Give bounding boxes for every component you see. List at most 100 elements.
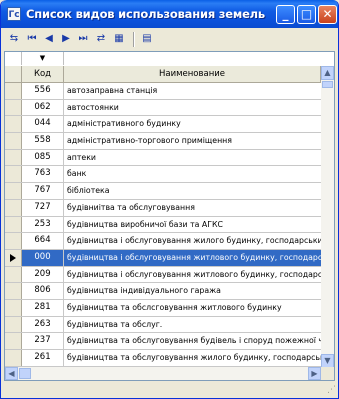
table-row[interactable]: 727 будівниітва та обслуговування <box>5 199 321 217</box>
cell-code[interactable]: 664 <box>22 233 64 249</box>
row-indicator[interactable] <box>5 183 22 199</box>
row-indicator[interactable] <box>5 316 22 333</box>
prev-record-icon[interactable]: ◀ <box>41 31 57 47</box>
minimize-button[interactable]: _ <box>276 5 295 24</box>
header-name[interactable]: Наименование <box>64 66 321 82</box>
table-row[interactable]: 664 будівництва і обслуговування жилого б… <box>5 233 321 250</box>
cell-name[interactable]: будівництва і обслуговування житлового б… <box>64 249 321 266</box>
toolbar-separator <box>133 32 135 47</box>
data-grid[interactable]: ▼ Код Наименование 556 автозаправна станц… <box>4 51 335 381</box>
toolbar: ⇆ ⏮ ◀ ▶ ⏭ ⇄ ▦ ▤ <box>4 29 337 50</box>
row-indicator[interactable] <box>5 199 22 216</box>
row-indicator[interactable] <box>5 99 22 116</box>
filter-grid-icon[interactable]: ⇄ <box>93 31 109 47</box>
cell-code[interactable]: 062 <box>22 99 64 116</box>
header-code[interactable]: Код <box>22 66 64 82</box>
cell-name[interactable]: будівниітва та обслуговування <box>64 200 321 216</box>
main-window: Гс Список видов использования земель _ □… <box>0 0 339 399</box>
cell-code[interactable]: 558 <box>22 133 64 149</box>
cell-name[interactable]: будівництва та обслсговування житлового … <box>64 300 321 316</box>
filter-toggle-icon[interactable]: ⇆ <box>6 31 22 47</box>
cell-code[interactable]: 237 <box>22 333 64 349</box>
horizontal-scroll-thumb[interactable] <box>19 368 31 379</box>
table-row[interactable]: 806 будівництва індивідуального гаража <box>5 283 321 300</box>
export-icon[interactable]: ▤ <box>139 31 155 47</box>
cell-code[interactable]: 261 <box>22 350 64 366</box>
last-record-icon[interactable]: ⏭ <box>75 31 91 47</box>
cell-name[interactable]: автостоянки <box>64 100 321 116</box>
table-row[interactable]: 253 будівництва виробничої бази та АГКС <box>5 216 321 234</box>
row-indicator[interactable] <box>5 133 22 149</box>
table-row[interactable]: 263 будівництва та обслуг. <box>5 316 321 334</box>
row-indicator[interactable] <box>5 149 22 166</box>
row-indicator[interactable] <box>5 166 22 183</box>
filter-name-cell[interactable] <box>64 52 321 65</box>
row-indicator[interactable] <box>5 216 22 233</box>
row-indicator[interactable] <box>5 350 22 366</box>
table-row[interactable]: 556 автозаправна станція <box>5 83 321 100</box>
scroll-right-button[interactable]: ▶ <box>308 367 321 380</box>
cell-name[interactable]: адміністративного будинку <box>64 116 321 132</box>
header-indicator <box>5 66 22 82</box>
table-row[interactable]: 281 будівництва та обслсговування житлово… <box>5 299 321 317</box>
table-row[interactable]: 767 бібліотека <box>5 183 321 200</box>
row-indicator[interactable] <box>5 266 22 283</box>
cell-name[interactable]: банк <box>64 166 321 182</box>
cell-name[interactable]: автозаправна станція <box>64 83 321 99</box>
cell-code[interactable]: 000 <box>22 249 64 266</box>
cell-name[interactable]: будівництва та обслуговування будівель і… <box>64 333 321 349</box>
row-indicator[interactable] <box>5 249 22 266</box>
table-row[interactable]: 558 адміністративно-торгового приміщення <box>5 133 321 150</box>
resize-grip-icon[interactable]: ⋰ <box>326 385 336 395</box>
cell-name[interactable]: бібліотека <box>64 183 321 199</box>
next-record-icon[interactable]: ▶ <box>58 31 74 47</box>
vertical-scrollbar[interactable]: ▲ ▼ <box>321 66 334 368</box>
cell-name[interactable]: будівництва та обслуговування жилого буд… <box>64 350 321 366</box>
table-row[interactable]: 062 автостоянки <box>5 99 321 117</box>
row-indicator[interactable] <box>5 233 22 249</box>
vertical-scroll-thumb[interactable] <box>322 81 333 88</box>
horizontal-scrollbar[interactable]: ◀ ▶ <box>5 367 321 380</box>
table-row[interactable]: 237 будівництва та обслуговування будівел… <box>5 333 321 350</box>
first-record-icon[interactable]: ⏮ <box>24 31 40 47</box>
row-indicator[interactable] <box>5 283 22 299</box>
cell-code[interactable]: 209 <box>22 266 64 283</box>
table-row[interactable]: 000 будівництва і обслуговування житловог… <box>5 249 321 267</box>
maximize-button[interactable]: □ <box>297 5 316 24</box>
cell-code[interactable]: 767 <box>22 183 64 199</box>
scroll-down-button[interactable]: ▼ <box>321 354 334 368</box>
row-indicator[interactable] <box>5 333 22 349</box>
cell-name[interactable]: будівництва виробничої бази та АГКС <box>64 217 321 233</box>
table-row[interactable]: 044 адміністративного будинку <box>5 116 321 134</box>
row-indicator[interactable] <box>5 299 22 316</box>
close-button[interactable]: ✕ <box>318 5 337 24</box>
cell-name[interactable]: адміністративно-торгового приміщення <box>64 133 321 149</box>
cell-name[interactable]: будівництва індивідуального гаража <box>64 283 321 299</box>
title-bar[interactable]: Гс Список видов использования земель _ □… <box>1 0 338 28</box>
cell-name[interactable]: будівництва і обслуговування житлового б… <box>64 267 321 283</box>
app-icon[interactable]: Гс <box>7 7 21 21</box>
scroll-up-button[interactable]: ▲ <box>321 66 334 80</box>
cell-code[interactable]: 806 <box>22 283 64 299</box>
filter-indicator-cell <box>5 52 22 65</box>
cell-code[interactable]: 727 <box>22 199 64 216</box>
table-row[interactable]: 261 будівництва та обслуговування жилого … <box>5 350 321 367</box>
row-indicator[interactable] <box>5 116 22 133</box>
cell-name[interactable]: аптеки <box>64 150 321 166</box>
filter-code-cell[interactable]: ▼ <box>22 52 64 65</box>
cell-name[interactable]: будівництва і обслуговування жилого буди… <box>64 233 321 249</box>
cell-code[interactable]: 763 <box>22 166 64 183</box>
cell-code[interactable]: 085 <box>22 149 64 166</box>
table-row[interactable]: 763 банк <box>5 166 321 184</box>
cell-code[interactable]: 281 <box>22 299 64 316</box>
table-view-icon[interactable]: ▦ <box>111 31 127 47</box>
scroll-left-button[interactable]: ◀ <box>5 367 18 380</box>
cell-code[interactable]: 044 <box>22 116 64 133</box>
cell-name[interactable]: будівництва та обслуг. <box>64 317 321 333</box>
cell-code[interactable]: 556 <box>22 83 64 99</box>
table-row[interactable]: 209 будівництва і обслуговування житловог… <box>5 266 321 284</box>
table-row[interactable]: 085 аптеки <box>5 149 321 167</box>
cell-code[interactable]: 263 <box>22 316 64 333</box>
row-indicator[interactable] <box>5 83 22 99</box>
cell-code[interactable]: 253 <box>22 216 64 233</box>
